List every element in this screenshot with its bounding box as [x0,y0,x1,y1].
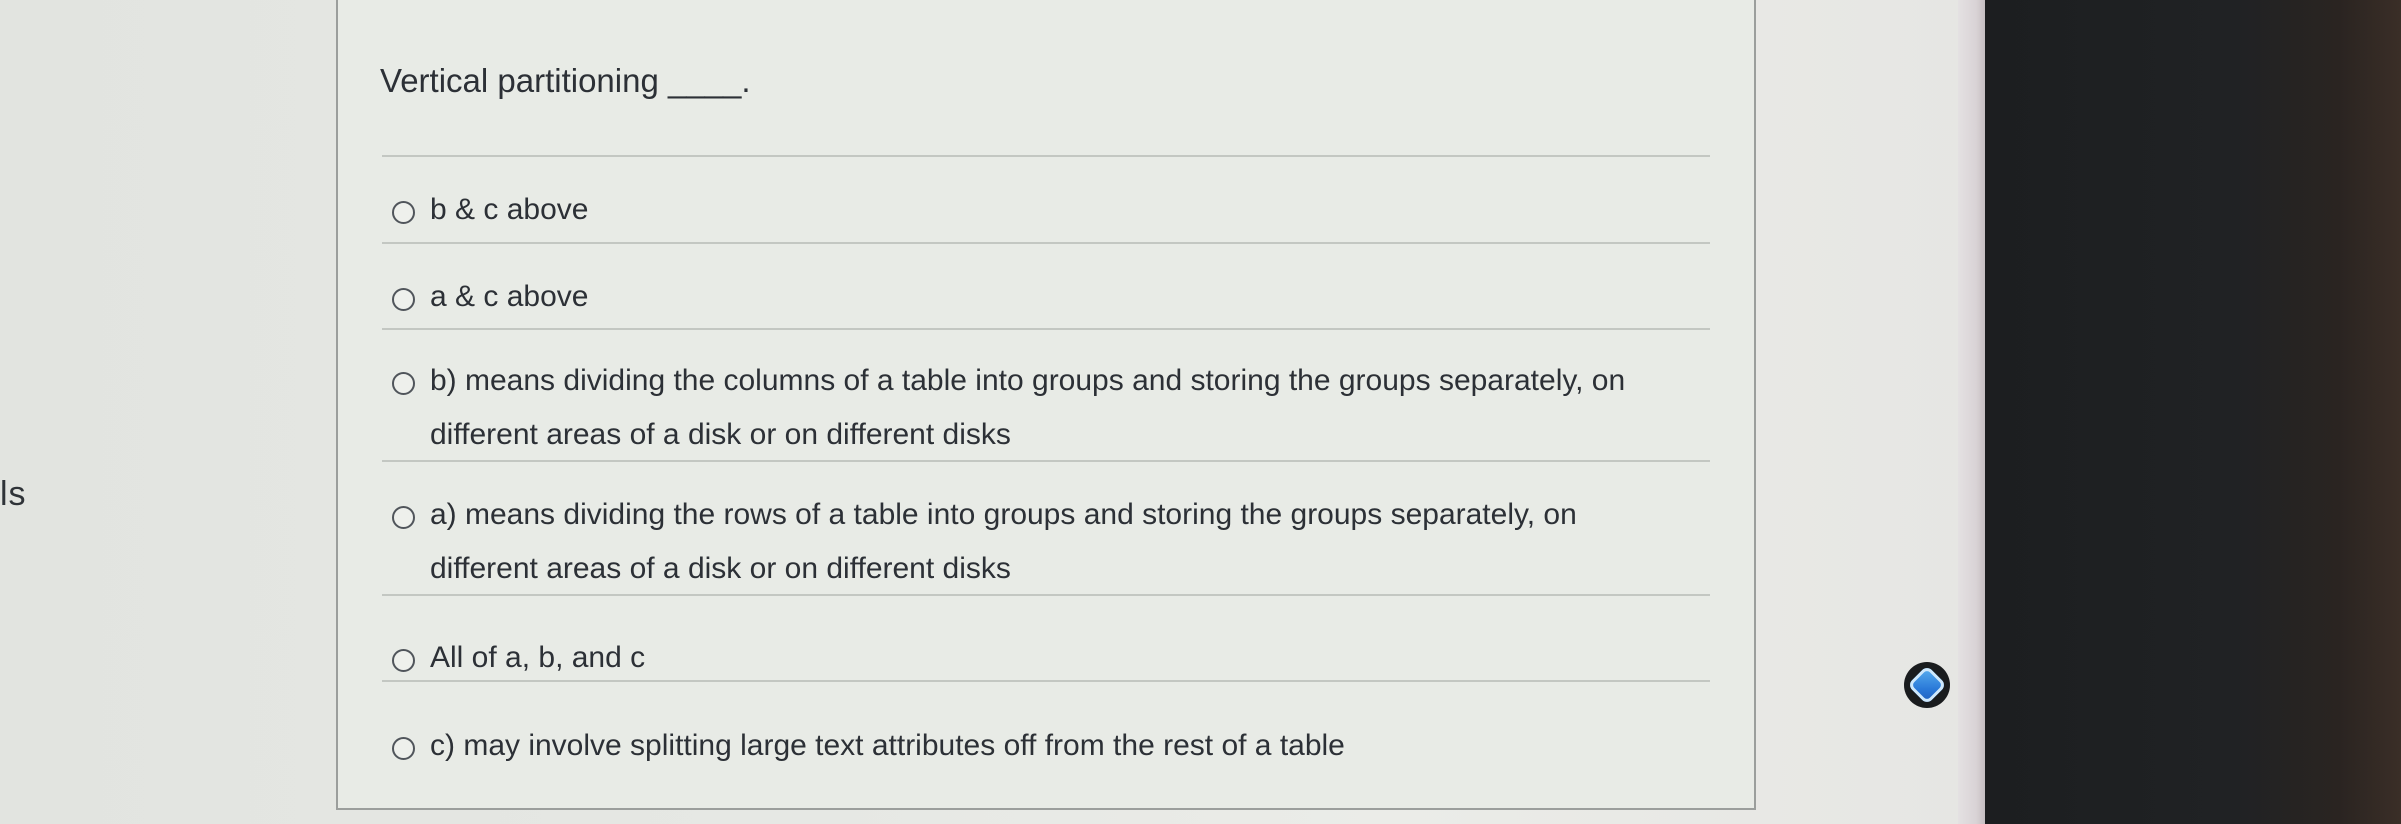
question-text: Vertical partitioning ____. [380,62,751,99]
answer-option-label[interactable]: a & c above [430,270,588,324]
radio-button[interactable] [392,737,415,760]
answer-option-label[interactable]: b & c above [430,183,588,237]
divider [382,460,1710,462]
answer-option-1[interactable]: b & c above [392,193,1712,237]
answer-option-2[interactable]: a & c above [392,280,1712,324]
diamond-assistant-icon[interactable] [1904,662,1950,708]
radio-button[interactable] [392,201,415,224]
radio-button[interactable] [392,506,415,529]
answer-option-4[interactable]: a) means dividing the rows of a table in… [392,498,1712,596]
radio-button[interactable] [392,649,415,672]
divider [382,242,1710,244]
divider [382,155,1710,157]
divider [382,328,1710,330]
side-label: ls [0,475,27,513]
answer-option-5[interactable]: All of a, b, and c [392,641,1712,685]
monitor-bezel-edge [1958,0,1988,824]
divider [382,594,1710,596]
radio-button[interactable] [392,372,415,395]
divider [382,680,1710,682]
diamond-icon [1907,665,1947,705]
answer-option-label[interactable]: c) may involve splitting large text attr… [430,719,1345,773]
answer-option-label[interactable]: a) means dividing the rows of a table in… [430,488,1680,596]
answer-option-label[interactable]: b) means dividing the columns of a table… [430,354,1680,462]
answer-option-6[interactable]: c) may involve splitting large text attr… [392,729,1712,773]
answer-option-3[interactable]: b) means dividing the columns of a table… [392,364,1712,462]
monitor-bezel [1985,0,2401,824]
answer-option-label[interactable]: All of a, b, and c [430,631,645,685]
radio-button[interactable] [392,288,415,311]
